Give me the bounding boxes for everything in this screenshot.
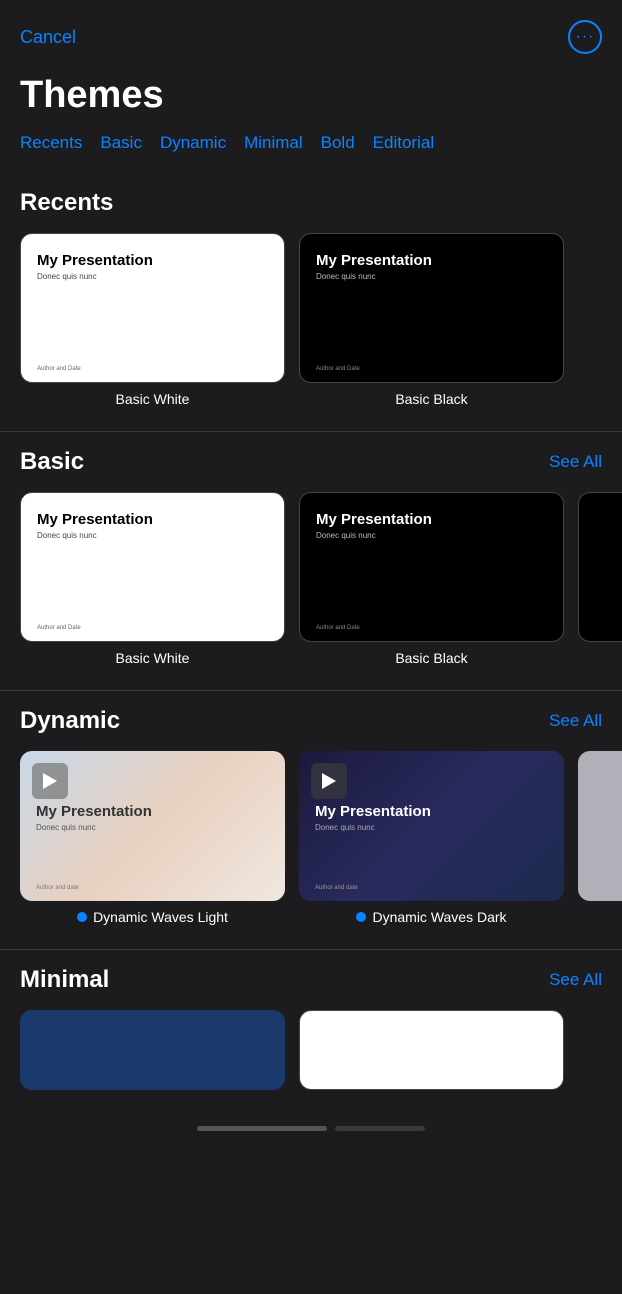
- preview-title: My Presentation: [37, 252, 268, 269]
- scroll-pill-active: [197, 1126, 327, 1131]
- preview-footer: Author and Date: [316, 366, 547, 372]
- theme-preview-basic-white-2: My Presentation Donec quis nunc Author a…: [20, 492, 285, 642]
- preview-title: My Presentation: [316, 252, 547, 269]
- basic-section-title: Basic: [20, 448, 84, 476]
- recents-section: Recents My Presentation Donec quis nunc …: [0, 173, 622, 431]
- preview-subtitle: Donec quis nunc: [316, 272, 547, 281]
- theme-card-basic-black-recents[interactable]: My Presentation Donec quis nunc Author a…: [299, 233, 564, 407]
- theme-card-basic-black-basic[interactable]: My Presentation Donec quis nunc Author a…: [299, 492, 564, 666]
- theme-preview-waves-dark: My Presentation Donec quis nunc Author a…: [299, 751, 564, 901]
- tab-dynamic[interactable]: Dynamic: [160, 133, 226, 153]
- preview-footer: Author and Date: [316, 625, 547, 631]
- theme-card-basic-white-basic[interactable]: My Presentation Donec quis nunc Author a…: [20, 492, 285, 666]
- theme-card-partial-dynamic[interactable]: [578, 751, 622, 925]
- preview-title: My Presentation: [37, 511, 268, 528]
- preview-subtitle: Donec quis nunc: [36, 823, 269, 832]
- basic-section: Basic See All My Presentation Donec quis…: [0, 432, 622, 690]
- minimal-see-all-button[interactable]: See All: [549, 970, 602, 990]
- tab-recents[interactable]: Recents: [20, 133, 82, 153]
- theme-preview-basic-black: My Presentation Donec quis nunc Author a…: [299, 233, 564, 383]
- preview-subtitle: Donec quis nunc: [37, 531, 268, 540]
- dynamic-section: Dynamic See All My Presentation Donec qu…: [0, 691, 622, 949]
- tab-basic[interactable]: Basic: [100, 133, 142, 153]
- preview-footer: Author and date: [315, 885, 548, 891]
- header: Cancel ···: [0, 0, 622, 64]
- theme-name: Basic White: [116, 650, 190, 666]
- basic-themes-row: My Presentation Donec quis nunc Author a…: [20, 492, 602, 666]
- recents-section-title: Recents: [20, 189, 113, 217]
- scroll-pill-inactive: [335, 1126, 425, 1131]
- theme-name: Basic Black: [395, 391, 467, 407]
- theme-preview-minimal-white: [299, 1010, 564, 1090]
- theme-card-waves-dark[interactable]: My Presentation Donec quis nunc Author a…: [299, 751, 564, 925]
- minimal-section: Minimal See All: [0, 950, 622, 1114]
- theme-preview-partial: [578, 492, 622, 642]
- preview-footer: Author and Date: [37, 625, 268, 631]
- basic-section-header: Basic See All: [20, 448, 602, 476]
- theme-card-minimal-white[interactable]: [299, 1010, 564, 1090]
- theme-dot-indicator: [77, 912, 87, 922]
- theme-preview-basic-white: My Presentation Donec quis nunc Author a…: [20, 233, 285, 383]
- theme-name: Basic White: [116, 391, 190, 407]
- dynamic-see-all-button[interactable]: See All: [549, 711, 602, 731]
- bottom-scroll-indicator: [0, 1114, 622, 1143]
- more-icon: ···: [576, 28, 595, 46]
- preview-title: My Presentation: [36, 803, 269, 820]
- preview-title: My Presentation: [315, 803, 548, 820]
- basic-see-all-button[interactable]: See All: [549, 452, 602, 472]
- play-icon: [311, 763, 347, 799]
- preview-footer: Author and Date: [37, 366, 268, 372]
- minimal-section-title: Minimal: [20, 966, 109, 994]
- preview-footer: Author and date: [36, 885, 269, 891]
- play-icon: [32, 763, 68, 799]
- dynamic-themes-row: My Presentation Donec quis nunc Author a…: [20, 751, 602, 925]
- minimal-themes-row: [20, 1010, 602, 1090]
- preview-subtitle: Donec quis nunc: [315, 823, 548, 832]
- theme-dot-indicator: [356, 912, 366, 922]
- more-options-button[interactable]: ···: [568, 20, 602, 54]
- theme-name: Dynamic Waves Dark: [372, 909, 506, 925]
- tab-bold[interactable]: Bold: [321, 133, 355, 153]
- theme-name: Basic Black: [395, 650, 467, 666]
- theme-card-waves-light[interactable]: My Presentation Donec quis nunc Author a…: [20, 751, 285, 925]
- preview-title: My Presentation: [316, 511, 547, 528]
- theme-preview-partial-dynamic: [578, 751, 622, 901]
- theme-name-with-dot: Dynamic Waves Dark: [356, 909, 506, 925]
- preview-subtitle: Donec quis nunc: [316, 531, 547, 540]
- category-tabs: Recents Basic Dynamic Minimal Bold Edito…: [0, 133, 622, 173]
- preview-subtitle: Donec quis nunc: [37, 272, 268, 281]
- minimal-section-header: Minimal See All: [20, 966, 602, 994]
- page-title: Themes: [0, 64, 622, 133]
- recents-themes-row: My Presentation Donec quis nunc Author a…: [20, 233, 602, 407]
- tab-editorial[interactable]: Editorial: [373, 133, 434, 153]
- theme-card-partial-basic[interactable]: [578, 492, 622, 666]
- recents-section-header: Recents: [20, 189, 602, 217]
- theme-preview-minimal-blue: [20, 1010, 285, 1090]
- theme-name: Dynamic Waves Light: [93, 909, 228, 925]
- theme-preview-basic-black-2: My Presentation Donec quis nunc Author a…: [299, 492, 564, 642]
- theme-preview-waves-light: My Presentation Donec quis nunc Author a…: [20, 751, 285, 901]
- dynamic-section-title: Dynamic: [20, 707, 120, 735]
- theme-card-basic-white-recents[interactable]: My Presentation Donec quis nunc Author a…: [20, 233, 285, 407]
- tab-minimal[interactable]: Minimal: [244, 133, 303, 153]
- dynamic-section-header: Dynamic See All: [20, 707, 602, 735]
- theme-card-minimal-blue[interactable]: [20, 1010, 285, 1090]
- cancel-button[interactable]: Cancel: [20, 27, 76, 48]
- theme-name-with-dot: Dynamic Waves Light: [77, 909, 228, 925]
